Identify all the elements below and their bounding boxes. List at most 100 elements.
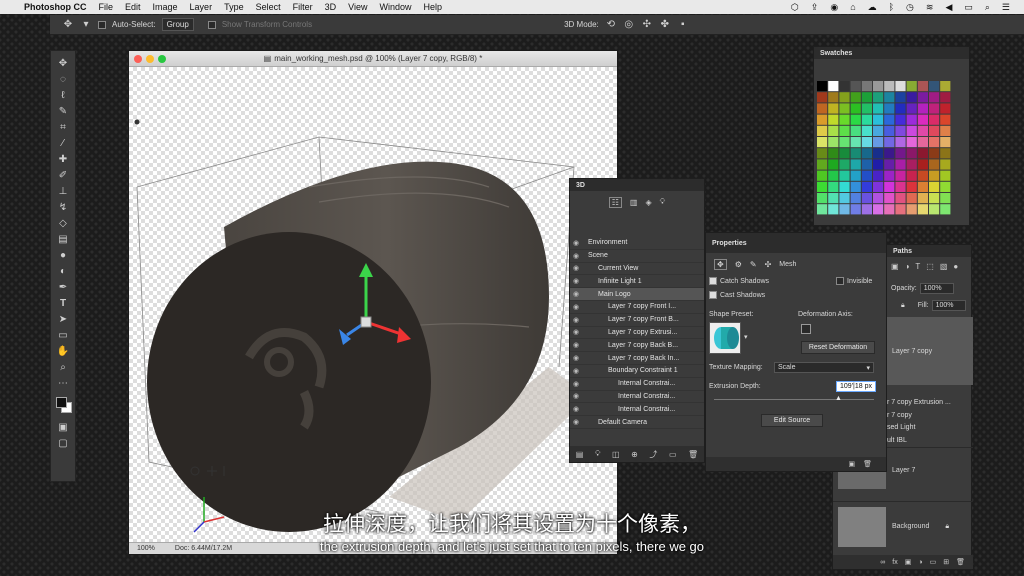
swatch-cell[interactable] (839, 193, 850, 204)
mask-icon[interactable]: ▣ (905, 558, 912, 566)
fill-field[interactable]: 100% (931, 300, 966, 311)
swatch-cell[interactable] (884, 103, 895, 114)
folder-icon[interactable]: ▭ (930, 558, 937, 566)
swatch-cell[interactable] (917, 125, 928, 136)
swatch-cell[interactable] (839, 114, 850, 125)
menu-3d[interactable]: 3D (325, 2, 337, 12)
invisible-checkbox[interactable] (836, 277, 844, 285)
swatch-cell[interactable] (917, 114, 928, 125)
swatch-cell[interactable] (895, 92, 906, 103)
swatch-cell[interactable] (861, 103, 872, 114)
render-preview-icon[interactable]: ▣ (848, 460, 855, 468)
swatch-cell[interactable] (817, 170, 828, 181)
swatch-cell[interactable] (917, 92, 928, 103)
swatch-cell[interactable] (940, 81, 951, 92)
swatch-cell[interactable] (895, 159, 906, 170)
visibility-eye-icon[interactable]: ◉ (570, 303, 582, 311)
swatch-cell[interactable] (906, 193, 917, 204)
smart-filter-icon[interactable]: ▧ (940, 262, 948, 271)
swatch-cell[interactable] (828, 148, 839, 159)
swatch-cell[interactable] (873, 125, 884, 136)
menu-image[interactable]: Image (153, 2, 178, 12)
gradient-tool-icon[interactable]: ▤ (54, 231, 72, 247)
swatch-cell[interactable] (906, 125, 917, 136)
cap-tab-icon[interactable]: ✎ (750, 260, 757, 269)
swatch-cell[interactable] (906, 204, 917, 215)
swatch-cell[interactable] (850, 204, 861, 215)
swatch-cell[interactable] (873, 204, 884, 215)
swatch-cell[interactable] (884, 159, 895, 170)
list-icon[interactable]: ☰ (1002, 2, 1010, 13)
swatch-cell[interactable] (839, 137, 850, 148)
fx-icon[interactable]: fx (892, 559, 897, 566)
more-tools-icon[interactable]: ⋯ (54, 375, 72, 391)
scene-item[interactable]: ◉ Environment (570, 237, 704, 250)
orbit-icon[interactable]: ⟲ (605, 19, 617, 31)
blur-tool-icon[interactable]: ● (54, 247, 72, 263)
swatch-cell[interactable] (817, 204, 828, 215)
swatch-cell[interactable] (940, 92, 951, 103)
quick-select-tool-icon[interactable]: ✎ (54, 103, 72, 119)
type-filter-icon[interactable]: T (915, 262, 920, 271)
swatch-cell[interactable] (873, 114, 884, 125)
swatch-cell[interactable] (817, 103, 828, 114)
shape-filter-icon[interactable]: ⬚ (926, 262, 934, 271)
marquee-tool-icon[interactable]: ◌ (54, 71, 72, 87)
scene-item[interactable]: ◉ Internal Constrai... (570, 403, 704, 417)
swatch-cell[interactable] (817, 137, 828, 148)
swatch-cell[interactable] (895, 181, 906, 192)
swatch-cell[interactable] (861, 148, 872, 159)
scene-item[interactable]: ◉ Scene (570, 250, 704, 263)
swatch-cell[interactable] (940, 148, 951, 159)
swatch-cell[interactable] (906, 114, 917, 125)
move-tool-icon[interactable]: ✥ (62, 19, 74, 31)
pan-icon[interactable]: ✣ (641, 19, 653, 31)
swatch-cell[interactable] (850, 92, 861, 103)
visibility-eye-icon[interactable]: ◉ (570, 418, 582, 426)
sublayer-item[interactable]: sed Light (887, 422, 951, 435)
healing-tool-icon[interactable]: ✚ (54, 151, 72, 167)
swatch-cell[interactable] (861, 204, 872, 215)
slider-thumb[interactable]: ▲ (835, 395, 842, 402)
sublayer-item[interactable]: ult IBL (887, 435, 951, 448)
swatch-cell[interactable] (917, 137, 928, 148)
dropbox-icon[interactable]: ⬡ (791, 2, 799, 13)
swatch-cell[interactable] (917, 170, 928, 181)
swatch-cell[interactable] (861, 159, 872, 170)
crop-tool-icon[interactable]: ⌗ (54, 119, 72, 135)
trash-icon[interactable]: 🗑︎ (688, 450, 698, 459)
scene-item[interactable]: ◉ Layer 7 copy Extrusi... (570, 327, 704, 340)
swatch-cell[interactable] (917, 148, 928, 159)
swatch-cell[interactable] (895, 170, 906, 181)
swatch-cell[interactable] (850, 193, 861, 204)
history-brush-icon[interactable]: ↯ (54, 199, 72, 215)
scene-item[interactable]: ◉ Layer 7 copy Back In... (570, 352, 704, 365)
cast-shadows-checkbox[interactable] (709, 291, 717, 299)
swatch-cell[interactable] (861, 170, 872, 181)
swatch-cell[interactable] (895, 114, 906, 125)
swatch-cell[interactable] (850, 114, 861, 125)
swatch-cell[interactable] (929, 170, 940, 181)
swatch-cell[interactable] (861, 114, 872, 125)
swatches-tab[interactable]: Swatches (814, 47, 969, 59)
swatch-cell[interactable] (940, 181, 951, 192)
swatch-cell[interactable] (917, 193, 928, 204)
add-light-icon[interactable]: 💡︎ (595, 449, 601, 459)
light-widget-icon[interactable] (134, 119, 140, 125)
stamp-tool-icon[interactable]: ⊥ (54, 183, 72, 199)
upload-icon[interactable]: ⇪ (811, 2, 819, 13)
swatch-grid[interactable] (814, 59, 971, 225)
zoom-tool-icon[interactable]: ⌕ (54, 359, 72, 375)
maximize-icon[interactable] (158, 55, 166, 63)
scene-item[interactable]: ◉ Layer 7 copy Back B... (570, 339, 704, 353)
swatch-cell[interactable] (884, 137, 895, 148)
swatch-cell[interactable] (917, 204, 928, 215)
swatch-cell[interactable] (828, 204, 839, 215)
swatch-cell[interactable] (873, 103, 884, 114)
lasso-tool-icon[interactable]: ℓ (54, 87, 72, 103)
menu-type[interactable]: Type (224, 2, 244, 12)
swatch-cell[interactable] (895, 81, 906, 92)
swatch-cell[interactable] (940, 103, 951, 114)
scene-item[interactable]: ◉ Internal Constrai... (570, 378, 704, 391)
slide-icon[interactable]: ✤ (659, 19, 671, 31)
